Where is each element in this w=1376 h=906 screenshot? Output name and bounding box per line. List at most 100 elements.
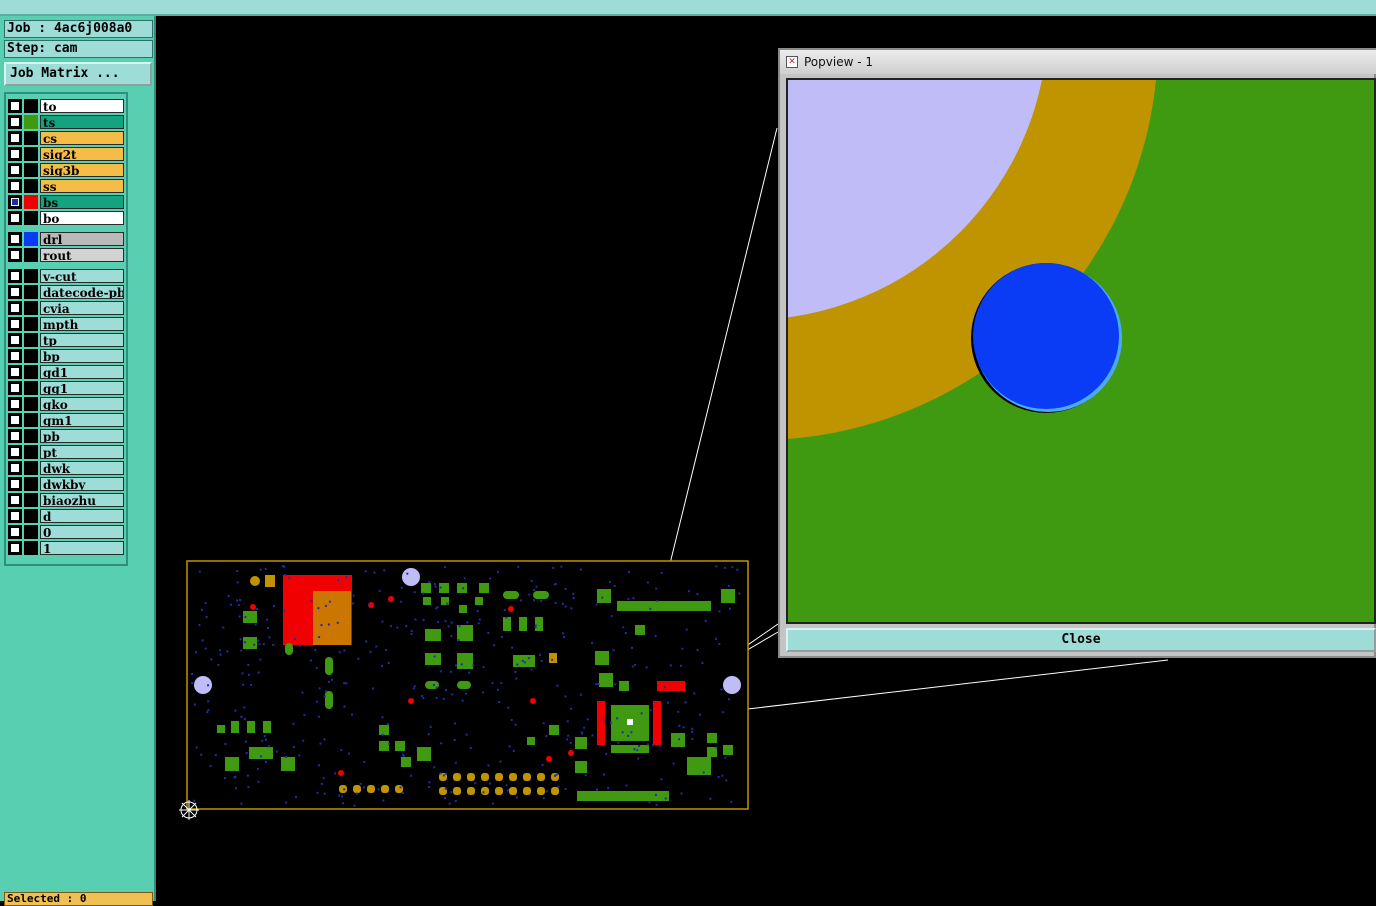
layer-color-swatch[interactable] [24, 461, 38, 475]
layer-checkbox[interactable] [8, 525, 22, 539]
layer-row-sig2t[interactable]: sig2t [8, 146, 126, 162]
layer-row-sig3b[interactable]: sig3b [8, 162, 126, 178]
layer-row-gko[interactable]: gko [8, 396, 126, 412]
layer-color-swatch[interactable] [24, 195, 38, 209]
layer-row-bs[interactable]: bs [8, 194, 126, 210]
close-button[interactable]: Close [786, 628, 1376, 652]
layer-color-swatch[interactable] [24, 115, 38, 129]
layer-name[interactable]: tp [40, 333, 124, 347]
layer-row-tp[interactable]: tp [8, 332, 126, 348]
layer-checkbox[interactable] [8, 413, 22, 427]
layer-name[interactable]: sig2t [40, 147, 124, 161]
layer-row-pt[interactable]: pt [8, 444, 126, 460]
layer-color-swatch[interactable] [24, 509, 38, 523]
layer-color-swatch[interactable] [24, 493, 38, 507]
layer-color-swatch[interactable] [24, 349, 38, 363]
layer-row-gd1[interactable]: gd1 [8, 364, 126, 380]
layer-row-gg1[interactable]: gg1 [8, 380, 126, 396]
layer-row-gm1[interactable]: gm1 [8, 412, 126, 428]
layer-color-swatch[interactable] [24, 179, 38, 193]
layer-checkbox[interactable] [8, 179, 22, 193]
layer-color-swatch[interactable] [24, 541, 38, 555]
layer-color-swatch[interactable] [24, 269, 38, 283]
layer-row-biaozhu[interactable]: biaozhu [8, 492, 126, 508]
layer-row-datecode-pbc[interactable]: datecode-pbc [8, 284, 126, 300]
popview-zoom-canvas[interactable] [786, 78, 1376, 624]
layer-color-swatch[interactable] [24, 381, 38, 395]
layer-name[interactable]: mpth [40, 317, 124, 331]
layer-name[interactable]: to [40, 99, 124, 113]
layer-checkbox[interactable] [8, 211, 22, 225]
layer-name[interactable]: 0 [40, 525, 124, 539]
layer-checkbox[interactable] [8, 317, 22, 331]
layer-name[interactable]: ss [40, 179, 124, 193]
layer-color-swatch[interactable] [24, 445, 38, 459]
layer-checkbox[interactable] [8, 509, 22, 523]
layer-checkbox[interactable] [8, 195, 22, 209]
layer-checkbox[interactable] [8, 115, 22, 129]
layer-row-0[interactable]: 0 [8, 524, 126, 540]
layer-color-swatch[interactable] [24, 333, 38, 347]
layer-name[interactable]: gg1 [40, 381, 124, 395]
layer-checkbox[interactable] [8, 147, 22, 161]
layer-name[interactable]: bs [40, 195, 124, 209]
layer-checkbox[interactable] [8, 541, 22, 555]
layer-name[interactable]: v-cut [40, 269, 124, 283]
layer-checkbox[interactable] [8, 248, 22, 262]
layer-name[interactable]: 1 [40, 541, 124, 555]
layer-row-rout[interactable]: rout [8, 247, 126, 263]
layer-checkbox[interactable] [8, 99, 22, 113]
layer-name[interactable]: d [40, 509, 124, 523]
layer-color-swatch[interactable] [24, 99, 38, 113]
layer-row-dwk[interactable]: dwk [8, 460, 126, 476]
layer-checkbox[interactable] [8, 429, 22, 443]
layer-row-pb[interactable]: pb [8, 428, 126, 444]
layer-name[interactable]: gm1 [40, 413, 124, 427]
layer-color-swatch[interactable] [24, 477, 38, 491]
popview-titlebar[interactable]: ✕ Popview - 1 [780, 50, 1376, 74]
layer-checkbox[interactable] [8, 381, 22, 395]
layer-color-swatch[interactable] [24, 211, 38, 225]
layer-name[interactable]: bo [40, 211, 124, 225]
layer-checkbox[interactable] [8, 461, 22, 475]
layer-color-swatch[interactable] [24, 232, 38, 246]
layer-row-d[interactable]: d [8, 508, 126, 524]
layer-color-swatch[interactable] [24, 317, 38, 331]
layer-row-ss[interactable]: ss [8, 178, 126, 194]
layer-name[interactable]: gko [40, 397, 124, 411]
layer-name[interactable]: cs [40, 131, 124, 145]
layer-row-mpth[interactable]: mpth [8, 316, 126, 332]
layer-row-v-cut[interactable]: v-cut [8, 268, 126, 284]
layer-row-cs[interactable]: cs [8, 130, 126, 146]
layer-name[interactable]: pb [40, 429, 124, 443]
layer-checkbox[interactable] [8, 285, 22, 299]
layer-name[interactable]: datecode-pbc [40, 285, 124, 299]
layer-name[interactable]: biaozhu [40, 493, 124, 507]
layer-color-swatch[interactable] [24, 248, 38, 262]
layer-name[interactable]: drl [40, 232, 124, 246]
layer-name[interactable]: gd1 [40, 365, 124, 379]
layer-row-ts[interactable]: ts [8, 114, 126, 130]
layer-name[interactable]: dwk [40, 461, 124, 475]
layer-name[interactable]: sig3b [40, 163, 124, 177]
layer-checkbox[interactable] [8, 333, 22, 347]
layer-row-dwkby[interactable]: dwkby [8, 476, 126, 492]
layer-color-swatch[interactable] [24, 131, 38, 145]
layer-color-swatch[interactable] [24, 413, 38, 427]
layer-color-swatch[interactable] [24, 397, 38, 411]
layer-color-swatch[interactable] [24, 147, 38, 161]
layer-name[interactable]: rout [40, 248, 124, 262]
layer-color-swatch[interactable] [24, 163, 38, 177]
layer-color-swatch[interactable] [24, 525, 38, 539]
layer-checkbox[interactable] [8, 477, 22, 491]
layer-checkbox[interactable] [8, 493, 22, 507]
layer-row-cvia[interactable]: cvia [8, 300, 126, 316]
layer-checkbox[interactable] [8, 269, 22, 283]
layer-row-drl[interactable]: drl [8, 231, 126, 247]
layer-checkbox[interactable] [8, 131, 22, 145]
layer-name[interactable]: bp [40, 349, 124, 363]
layer-checkbox[interactable] [8, 163, 22, 177]
layer-row-to[interactable]: to [8, 98, 126, 114]
layer-name[interactable]: pt [40, 445, 124, 459]
layer-color-swatch[interactable] [24, 429, 38, 443]
